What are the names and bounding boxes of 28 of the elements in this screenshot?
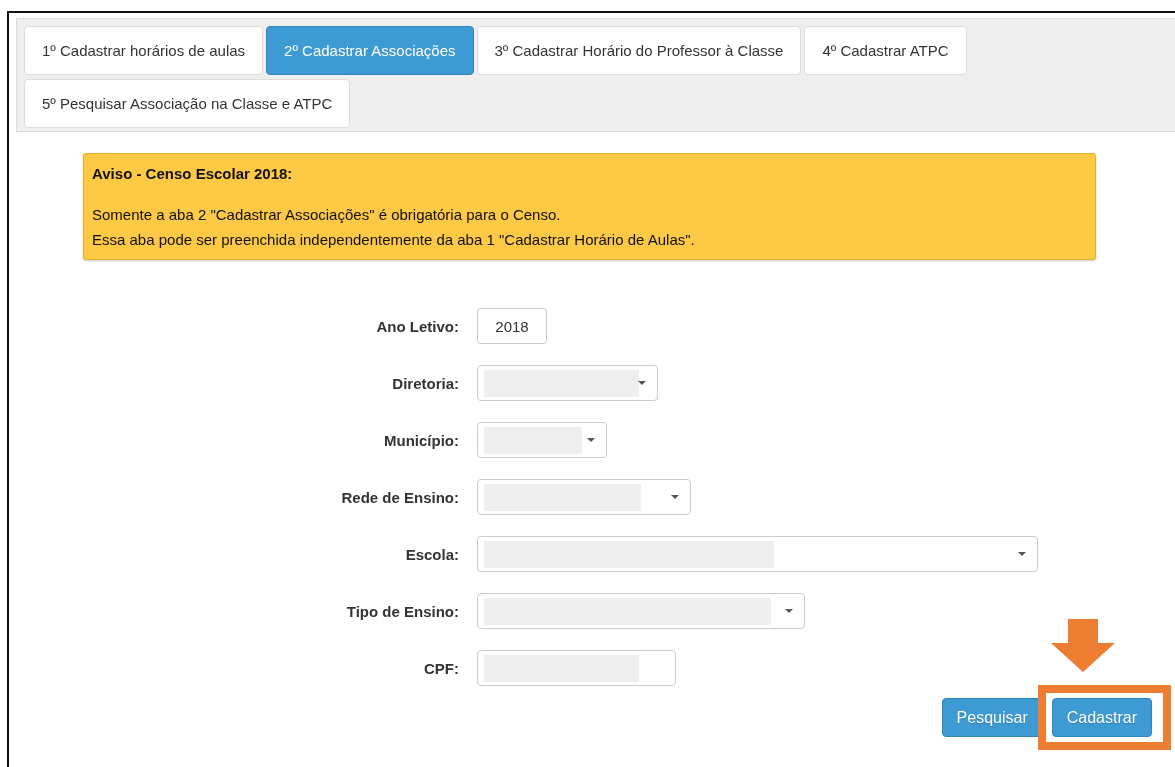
caret-icon <box>1018 552 1026 556</box>
dropdown-field[interactable] <box>477 479 691 515</box>
dropdown-field[interactable] <box>477 536 1038 572</box>
tab[interactable]: 1º Cadastrar horários de aulas <box>24 26 264 75</box>
caret-icon <box>587 438 595 442</box>
input-field[interactable] <box>477 650 676 686</box>
field-label: Rede de Ensino: <box>340 488 459 506</box>
caret-icon <box>785 609 793 613</box>
input-field[interactable]: 2018 <box>477 308 547 344</box>
field-label: CPF: <box>423 659 459 677</box>
tab[interactable]: 4º Cadastrar ATPC <box>804 26 967 75</box>
dropdown-field[interactable] <box>477 422 607 458</box>
dropdown-field[interactable] <box>477 593 805 629</box>
dropdown-field[interactable] <box>477 365 658 401</box>
caret-icon <box>638 381 646 385</box>
field-label: Tipo de Ensino: <box>345 602 459 620</box>
tab[interactable]: 5º Pesquisar Associação na Classe e ATPC <box>24 79 351 128</box>
field-label: Escola: <box>404 545 459 563</box>
caret-icon <box>671 495 679 499</box>
arrow-icon <box>1050 619 1115 672</box>
field-label: Município: <box>383 431 459 449</box>
field-label: Ano Letivo: <box>375 317 459 335</box>
field-label: Diretoria: <box>391 374 459 392</box>
field-value: 2018 <box>495 317 529 335</box>
tab[interactable]: 3º Cadastrar Horário do Professor à Classe <box>476 26 802 75</box>
notice-title: Aviso - Censo Escolar 2018: <box>92 165 294 182</box>
notice-text: Somente a aba 2 "Cadastrar Associações" é obrigatória para o Censo. <box>92 205 562 225</box>
notice-text: Essa aba pode ser preenchida independentemente da aba 1 "Cadastrar Horário de Aulas". <box>92 230 696 250</box>
